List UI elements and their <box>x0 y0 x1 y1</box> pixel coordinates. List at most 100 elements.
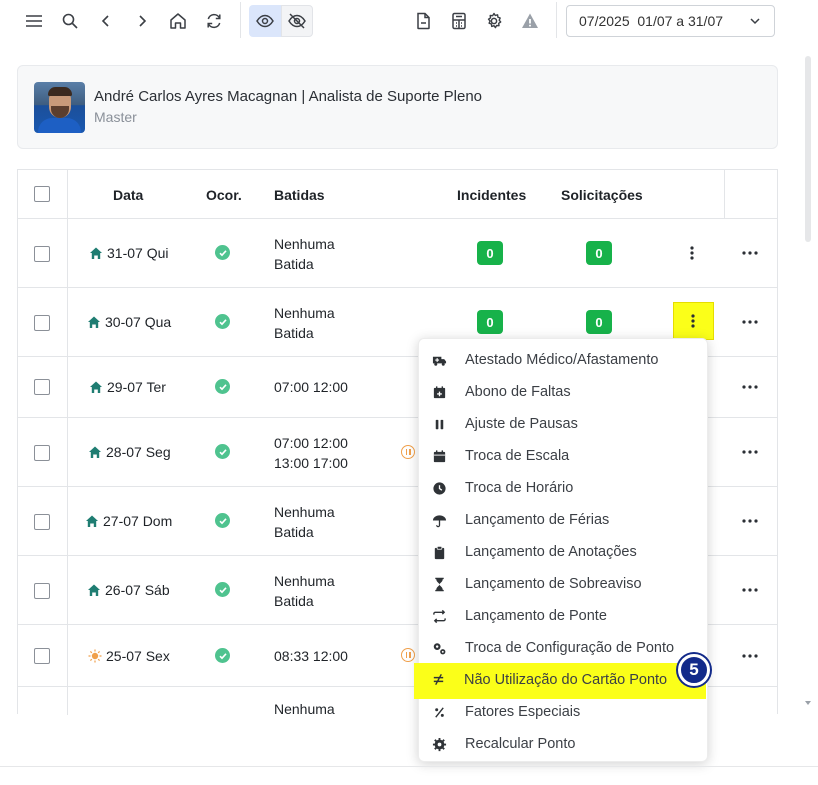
menu-item-recalcular-ponto[interactable]: Recalcular Ponto <box>419 727 707 759</box>
column-divider <box>67 170 68 219</box>
menu-item-troca-horario[interactable]: Troca de Horário <box>419 471 707 503</box>
row-more-icon[interactable] <box>738 381 762 393</box>
header-occurrence: Ocor. <box>206 187 242 203</box>
pause-indicator-icon <box>401 648 415 662</box>
menu-item-troca-escala[interactable]: Troca de Escala <box>419 439 707 471</box>
clock-icon <box>431 480 447 496</box>
row-punches: Nenhuma Batida <box>274 573 335 609</box>
gear-icon[interactable] <box>478 5 510 37</box>
row-actions-kebab-icon[interactable] <box>682 243 702 263</box>
occurrence-ok-icon <box>215 379 230 394</box>
row-more-icon[interactable] <box>738 584 762 596</box>
sun-icon <box>88 649 102 663</box>
pause-indicator-icon <box>401 445 415 459</box>
scrollbar-thumb[interactable] <box>805 56 811 242</box>
occurrence-ok-icon <box>215 582 230 597</box>
chevron-right-icon[interactable] <box>126 5 158 37</box>
occurrence-ok-icon <box>215 513 230 528</box>
swap-icon <box>431 608 447 624</box>
menu-item-troca-configuracao[interactable]: Troca de Configuração de Ponto <box>419 631 707 663</box>
row-date: 25-07 Sex <box>88 648 170 664</box>
period-select[interactable]: 07/2025 01/07 a 31/07 <box>566 5 775 37</box>
calendar-icon <box>431 448 447 464</box>
row-punches: 07:00 12:00 <box>274 379 348 395</box>
occurrence-ok-icon <box>215 314 230 329</box>
incidents-badge[interactable]: 0 <box>477 241 503 265</box>
menu-item-fatores-especiais[interactable]: Fatores Especiais <box>419 695 707 727</box>
row-checkbox[interactable] <box>34 514 50 530</box>
header-incidents: Incidentes <box>457 187 527 203</box>
gears-icon <box>431 640 447 656</box>
toolbar: 07/2025 01/07 a 31/07 <box>0 0 818 44</box>
table-row: 31-07 Qui Nenhuma Batida 0 0 <box>18 219 777 288</box>
pause-icon <box>431 416 447 432</box>
menu-item-lancamento-sobreaviso[interactable]: Lançamento de Sobreaviso <box>419 567 707 599</box>
row-date: 30-07 Qua <box>87 314 171 330</box>
home-icon <box>90 247 102 259</box>
requests-badge[interactable]: 0 <box>586 310 612 334</box>
requests-badge[interactable]: 0 <box>586 241 612 265</box>
row-more-icon[interactable] <box>738 247 762 259</box>
row-checkbox[interactable] <box>34 315 50 331</box>
row-date: 26-07 Sáb <box>87 582 170 598</box>
menu-icon[interactable] <box>18 5 50 37</box>
percent-icon <box>431 704 447 720</box>
document-icon[interactable] <box>407 5 439 37</box>
row-more-icon[interactable] <box>738 515 762 527</box>
menu-item-nao-utilizacao[interactable]: Não Utilização do Cartão Ponto <box>414 663 706 699</box>
menu-item-abono-faltas[interactable]: Abono de Faltas <box>419 375 707 407</box>
eye-icon[interactable] <box>249 5 281 37</box>
calculator-icon[interactable] <box>443 5 475 37</box>
row-checkbox[interactable] <box>34 379 50 395</box>
menu-item-ajuste-pausas[interactable]: Ajuste de Pausas <box>419 407 707 439</box>
row-checkbox[interactable] <box>34 648 50 664</box>
select-all-checkbox[interactable] <box>34 186 50 202</box>
umbrella-icon <box>431 512 447 528</box>
chevron-down-icon <box>750 18 760 25</box>
profile-name: André Carlos Ayres Macagnan | Analista d… <box>94 88 483 105</box>
home-icon <box>90 381 102 393</box>
home-icon <box>88 584 100 596</box>
header-requests: Solicitações <box>561 187 643 203</box>
search-icon[interactable] <box>54 5 86 37</box>
row-more-icon[interactable] <box>738 650 762 662</box>
toolbar-divider <box>556 2 557 38</box>
home-icon[interactable] <box>162 5 194 37</box>
chevron-left-icon[interactable] <box>90 5 122 37</box>
row-actions-kebab-icon[interactable] <box>683 311 703 331</box>
eye-off-icon[interactable] <box>281 5 313 37</box>
incidents-badge[interactable]: 0 <box>477 310 503 334</box>
hourglass-icon <box>431 576 447 592</box>
profile-role: Master <box>94 109 137 125</box>
menu-item-lancamento-anotacoes[interactable]: Lançamento de Anotações <box>419 535 707 567</box>
clipboard-icon <box>431 544 447 560</box>
period-value: 07/2025 01/07 a 31/07 <box>579 13 724 29</box>
header-punches: Batidas <box>274 187 325 203</box>
row-actions-kebab-highlight[interactable] <box>673 302 714 340</box>
row-date: 28-07 Seg <box>88 444 171 460</box>
row-checkbox[interactable] <box>34 445 50 461</box>
home-icon <box>86 515 98 527</box>
row-more-icon[interactable] <box>738 446 762 458</box>
row-checkbox[interactable] <box>34 583 50 599</box>
menu-item-atestado[interactable]: Atestado Médico/Afastamento <box>419 343 707 375</box>
home-icon <box>89 446 101 458</box>
home-icon <box>88 316 100 328</box>
row-punches: 08:33 12:00 <box>274 648 348 664</box>
menu-item-lancamento-ferias[interactable]: Lançamento de Férias <box>419 503 707 535</box>
refresh-icon[interactable] <box>198 5 230 37</box>
row-punches: Nenhuma Batida <box>274 305 335 341</box>
menu-item-lancamento-ponte[interactable]: Lançamento de Ponte <box>419 599 707 631</box>
row-date: 31-07 Qui <box>89 245 168 261</box>
gear-icon <box>431 736 447 752</box>
occurrence-ok-icon <box>215 245 230 260</box>
avatar <box>34 82 85 133</box>
warning-icon[interactable] <box>514 5 546 37</box>
scroll-down-arrow-icon[interactable] <box>803 698 813 708</box>
row-checkbox[interactable] <box>34 246 50 262</box>
row-date: 27-07 Dom <box>85 513 172 529</box>
header-date: Data <box>113 187 144 203</box>
row-punches: Nenhuma Batida <box>274 236 335 272</box>
row-punches: Nenhuma Batida <box>274 504 335 540</box>
row-more-icon[interactable] <box>738 316 762 328</box>
